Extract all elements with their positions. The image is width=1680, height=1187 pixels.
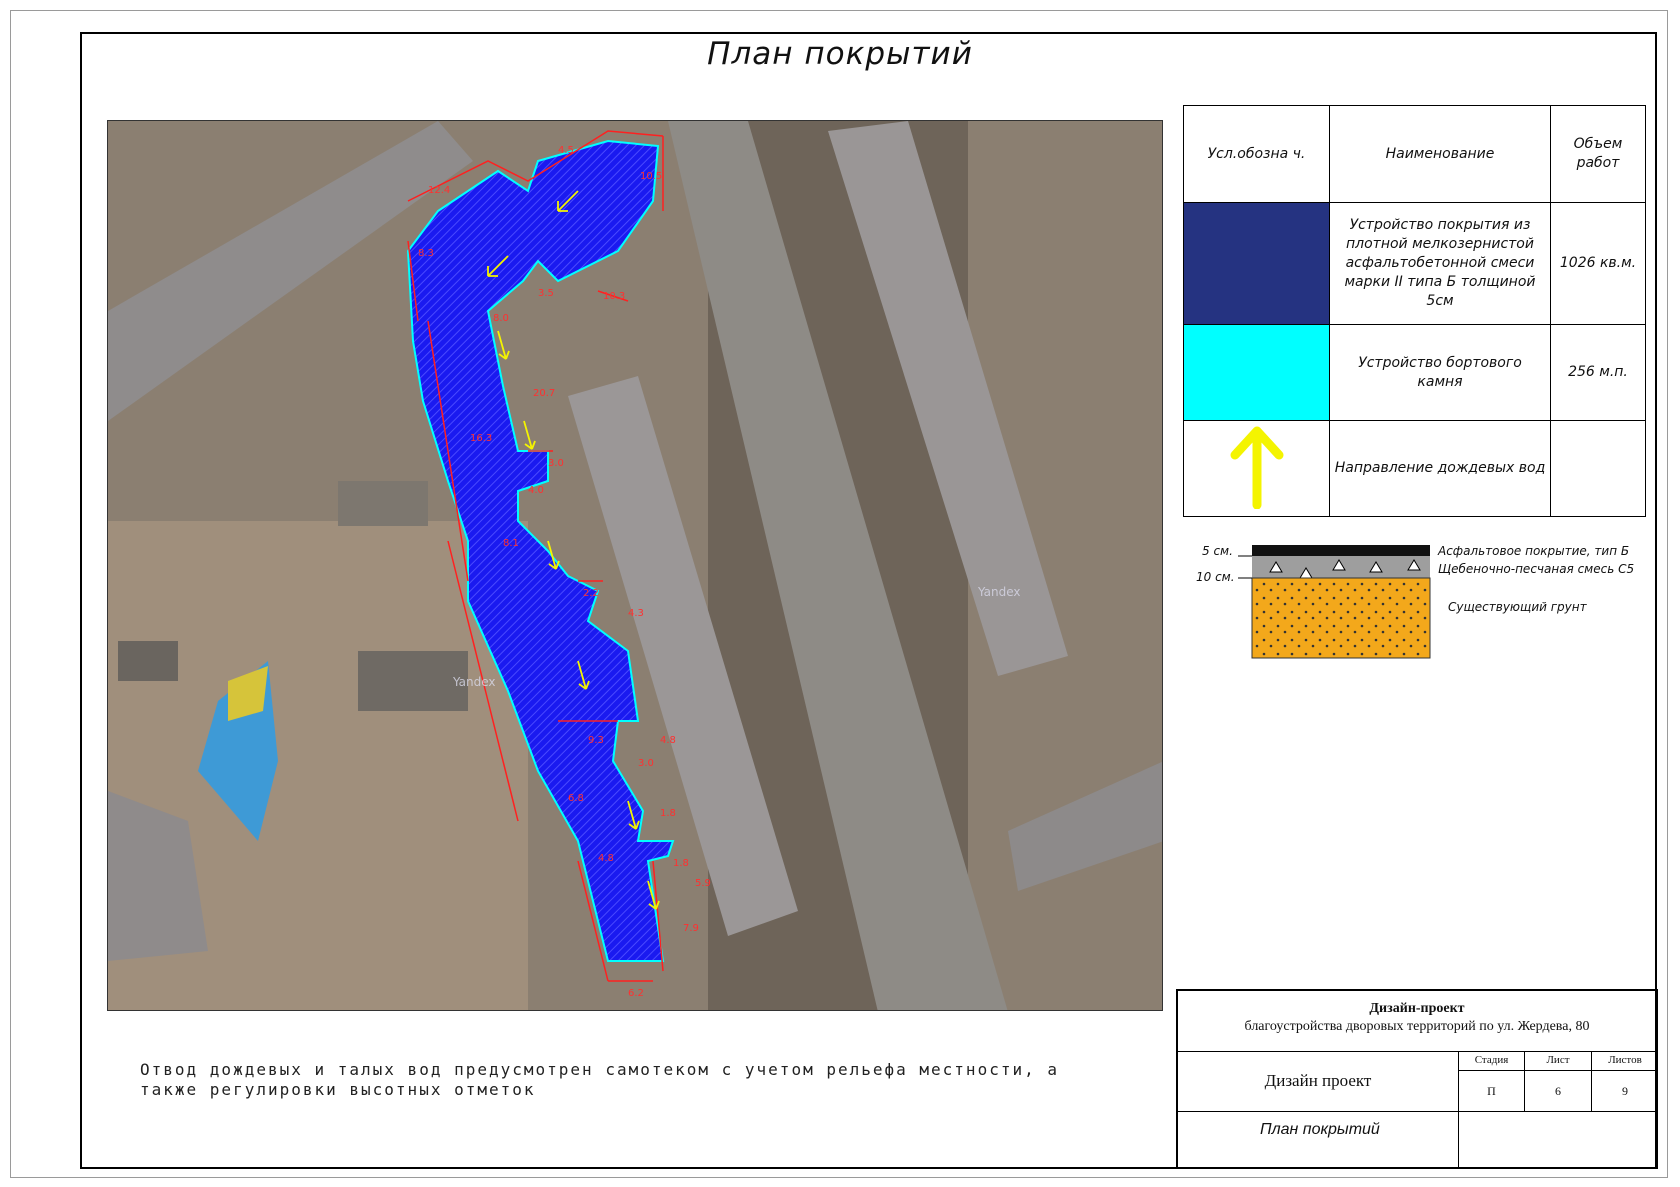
sheet-cell: Лист 6	[1525, 1051, 1592, 1111]
dim-label: 4.8	[660, 735, 676, 746]
title-block: Дизайн-проект благоустройства дворовых т…	[1176, 989, 1658, 1169]
title-block-sheet-row: План покрытий	[1178, 1111, 1656, 1169]
dim-label: 9.3	[588, 735, 604, 746]
layer-label-soil: Существующий грунт	[1448, 600, 1587, 614]
pavement-section: 5 см. 10 см. Асфальтовое покрытие, тип Б…	[1190, 538, 1650, 668]
dim-label: 5.9	[695, 878, 711, 889]
dim-label: 3.0	[638, 758, 654, 769]
thickness-5cm: 5 см.	[1202, 544, 1233, 558]
sheets-total-cell: Листов 9	[1592, 1051, 1658, 1111]
document-name: Дизайн проект	[1178, 1051, 1459, 1111]
project-subtitle: благоустройства дворовых территорий по у…	[1244, 1019, 1590, 1034]
dim-label: 8.3	[418, 248, 434, 259]
arrow-up-icon	[1230, 426, 1283, 509]
sheet-name: План покрытий	[1178, 1111, 1459, 1169]
title-block-header: Дизайн-проект благоустройства дворовых т…	[1178, 991, 1656, 1052]
dim-label: 7.9	[683, 923, 699, 934]
dim-label: 16.3	[470, 433, 492, 444]
dim-label: 3.5	[538, 288, 554, 299]
dim-label: 1.8	[673, 858, 689, 869]
legend-header-volume: Объем работ	[1550, 105, 1646, 203]
dim-label: 4.0	[528, 485, 544, 496]
dim-label: 10.3	[603, 291, 625, 302]
project-title: Дизайн-проект	[1369, 1001, 1465, 1016]
legend-name-curb: Устройство бортового камня	[1329, 324, 1551, 421]
legend-volume-asphalt: 1026 кв.м.	[1550, 202, 1646, 325]
legend-volume-flow	[1550, 420, 1646, 517]
dim-label: 4.5	[558, 145, 574, 156]
dim-label: 20.7	[533, 388, 555, 399]
aerial-photo: 12.4 4.5 10.5 10.3 8.3 3.5 8.0 20.7 3.0 …	[107, 120, 1163, 1011]
dim-label: 6.2	[628, 988, 644, 999]
legend-swatch-flow	[1183, 420, 1330, 517]
dim-label: 2.2	[583, 588, 599, 599]
layer-label-asphalt: Асфальтовое покрытие, тип Б	[1438, 544, 1630, 558]
watermark: Yandex	[977, 585, 1021, 599]
legend-volume-curb: 256 м.п.	[1550, 324, 1646, 421]
legend-table: Усл.обозна ч. Наименование Объем работ У…	[1183, 105, 1646, 517]
dim-label: 3.0	[548, 458, 564, 469]
asphalt-layer	[1252, 545, 1430, 556]
thickness-10cm: 10 см.	[1196, 570, 1235, 584]
legend-swatch-curb	[1183, 324, 1330, 421]
dim-label: 10.5	[640, 171, 662, 182]
dim-label: 6.8	[568, 793, 584, 804]
dim-label: 12.4	[428, 185, 450, 196]
watermark: Yandex	[452, 675, 496, 689]
legend-header-name: Наименование	[1329, 105, 1551, 203]
dim-label: 8.0	[493, 313, 509, 324]
drainage-note: Отвод дождевых и талых вод предусмотрен …	[140, 1060, 1059, 1099]
legend-header-symbol: Усл.обозна ч.	[1183, 105, 1330, 203]
legend-name-asphalt: Устройство покрытия из плотной мелкозерн…	[1329, 202, 1551, 325]
dim-label: 1.8	[660, 808, 676, 819]
title-block-row: Дизайн проект Стадия П Лист 6 Листов 9	[1178, 1051, 1658, 1112]
layer-label-gravel: Щебеночно-песчаная смесь С5	[1438, 562, 1635, 576]
dim-label: 4.3	[628, 608, 644, 619]
sheet-title: План покрытий	[707, 36, 973, 72]
dim-label: 4.8	[598, 853, 614, 864]
soil-layer	[1251, 577, 1431, 659]
legend-swatch-asphalt	[1183, 202, 1330, 325]
legend-name-flow: Направление дождевых вод	[1329, 420, 1551, 517]
stage-cell: Стадия П	[1459, 1051, 1525, 1111]
dim-label: 8.1	[503, 538, 519, 549]
